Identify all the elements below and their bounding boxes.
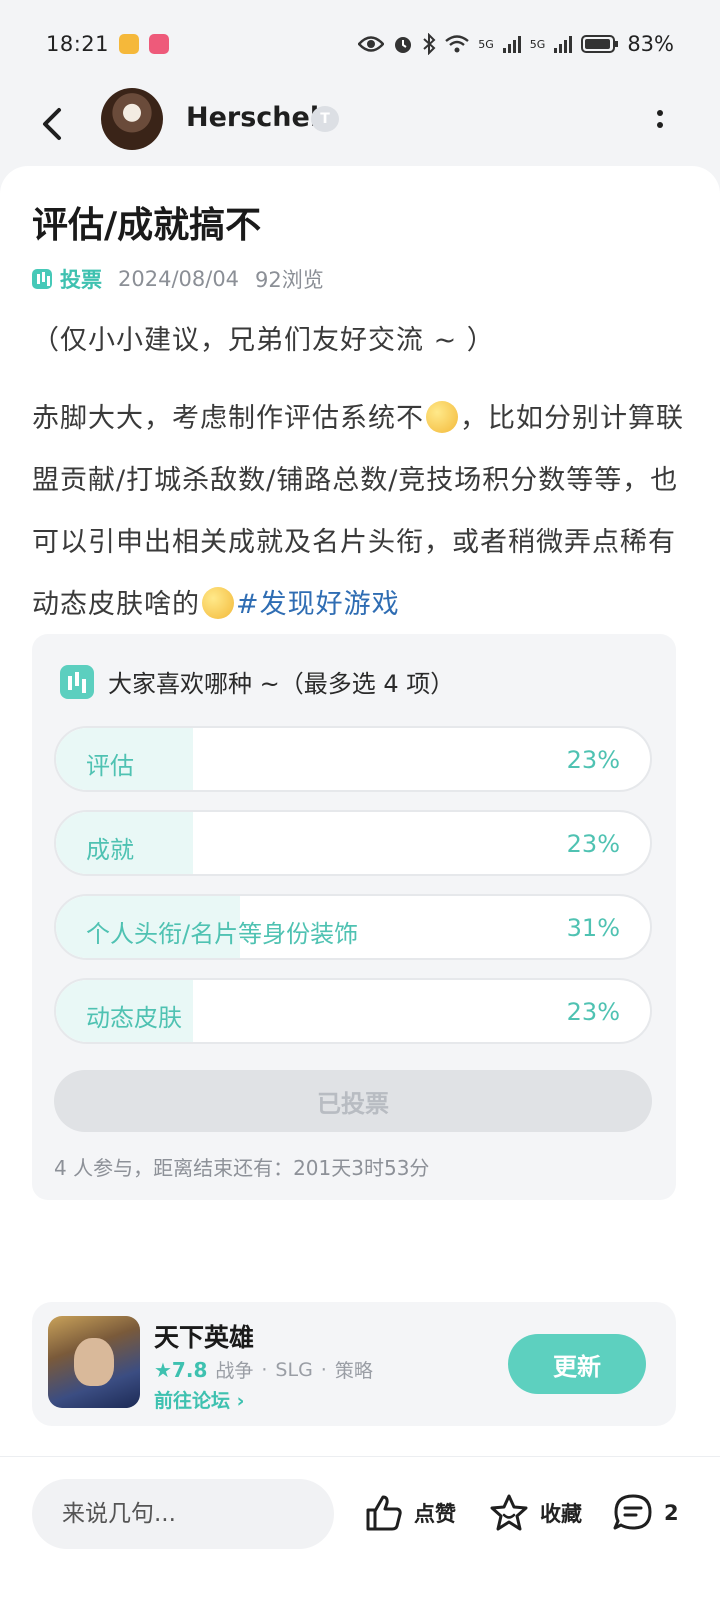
poll-option[interactable]: 动态皮肤 23% [54, 978, 652, 1044]
poll-option-label: 成就 [86, 836, 134, 864]
poll-option[interactable]: 成就 23% [54, 810, 652, 876]
network-label-1: 5G [478, 37, 494, 51]
post-meta: 投票 2024/08/04 92浏览 [32, 264, 324, 294]
poll-option-percent: 31% [566, 914, 620, 942]
game-meta: ★7.8 战争 · SLG · 策略 [154, 1356, 373, 1383]
post-intro: （仅小小建议，兄弟们友好交流 ~ ） [32, 325, 495, 356]
level-badge: T [311, 106, 339, 132]
poll-option-percent: 23% [566, 746, 620, 774]
poll-chart-icon [60, 664, 94, 699]
game-tag: 策略 [334, 1360, 373, 1382]
separator-dot: · [320, 1358, 327, 1381]
back-button[interactable] [32, 100, 72, 148]
bluetooth-icon [423, 33, 436, 55]
favorite-label: 收藏 [540, 1502, 582, 1526]
game-card[interactable]: 天下英雄 ★7.8 战争 · SLG · 策略 前往论坛 › 更新 [32, 1302, 676, 1426]
comment-input[interactable] [32, 1479, 334, 1549]
battery-icon [581, 35, 619, 53]
signal-icon-1 [502, 36, 521, 53]
author-name[interactable]: Herschel [186, 102, 319, 133]
comment-bubble-icon [613, 1494, 652, 1530]
post-body: 赤脚大大，考虑制作评估系统不 ，比如分别计算联盟贡献/打城杀敌数/铺路总数/竞技场… [32, 388, 692, 636]
separator-dot: · [261, 1358, 268, 1381]
poll-option-percent: 23% [566, 830, 620, 858]
more-dot-icon [657, 110, 663, 116]
poll-chart-icon [32, 269, 52, 289]
comment-button[interactable]: 2 [612, 1493, 679, 1533]
status-bar: 18:21 5G 5G 83% [0, 0, 720, 88]
star-icon [490, 1494, 528, 1531]
post-date: 2024/08/04 [118, 267, 240, 291]
update-button[interactable]: 更新 [508, 1334, 646, 1394]
hashtag-link[interactable]: #发现好游戏 [236, 589, 400, 620]
poll-option-label: 动态皮肤 [86, 1004, 182, 1032]
poll-box: 大家喜欢哪种 ~（最多选 4 项） 评估 23% 成就 23% 个人头衔/名片等… [32, 634, 676, 1200]
eye-icon [358, 36, 385, 52]
vote-tag[interactable]: 投票 [32, 264, 102, 294]
poll-question: 大家喜欢哪种 ~（最多选 4 项） [108, 670, 455, 698]
signal-icon-2 [554, 36, 573, 53]
like-label: 点赞 [414, 1502, 456, 1526]
author-avatar[interactable] [101, 88, 163, 150]
notification-app-icon [149, 34, 170, 54]
status-time: 18:21 [46, 32, 110, 56]
mail-app-icon [119, 34, 140, 54]
game-icon[interactable] [48, 1316, 140, 1408]
poll-option-label: 个人头衔/名片等身份装饰 [86, 920, 359, 948]
poll-option-label: 评估 [86, 752, 134, 780]
smile-emoji-icon [426, 401, 458, 433]
alarm-icon [395, 37, 412, 53]
more-dot-icon [657, 122, 663, 128]
wifi-icon [445, 35, 470, 53]
more-options-button[interactable] [650, 102, 670, 136]
bottom-bar: 点赞 收藏 2 [0, 1456, 720, 1598]
smile-emoji-icon [202, 587, 234, 619]
network-label-2: 5G [529, 37, 546, 51]
like-button[interactable]: 点赞 [364, 1493, 456, 1533]
game-name: 天下英雄 [154, 1323, 255, 1352]
forum-link[interactable]: 前往论坛 › [154, 1386, 244, 1413]
vote-tag-label: 投票 [60, 268, 102, 292]
status-icons: 5G 5G 83% [358, 32, 674, 56]
voted-button[interactable]: 已投票 [54, 1070, 652, 1132]
thumbs-up-icon [366, 1495, 402, 1531]
game-rating: ★7.8 [154, 1357, 208, 1382]
post-title: 评估/成就搞不 [32, 205, 262, 246]
game-tag: SLG [275, 1358, 313, 1381]
comment-count: 2 [664, 1501, 679, 1525]
poll-header: 大家喜欢哪种 ~（最多选 4 项） [60, 664, 454, 699]
back-arrow-icon [43, 108, 61, 140]
battery-percent: 83% [627, 32, 674, 56]
post-body-part1: 赤脚大大，考虑制作评估系统不 [32, 403, 424, 434]
poll-option-percent: 23% [566, 998, 620, 1026]
game-tag: 战争 [215, 1360, 254, 1382]
post-views: 92浏览 [255, 268, 324, 292]
favorite-button[interactable]: 收藏 [488, 1493, 582, 1533]
post-body-part2: ，比如分别计算联盟贡献/打城杀敌数/铺路总数/竞技场积分数等等，也可以引申出相关… [32, 403, 684, 620]
poll-option[interactable]: 个人头衔/名片等身份装饰 31% [54, 894, 652, 960]
poll-option[interactable]: 评估 23% [54, 726, 652, 792]
poll-footer: 4 人参与，距离结束还有：201天3时53分 [54, 1156, 430, 1180]
